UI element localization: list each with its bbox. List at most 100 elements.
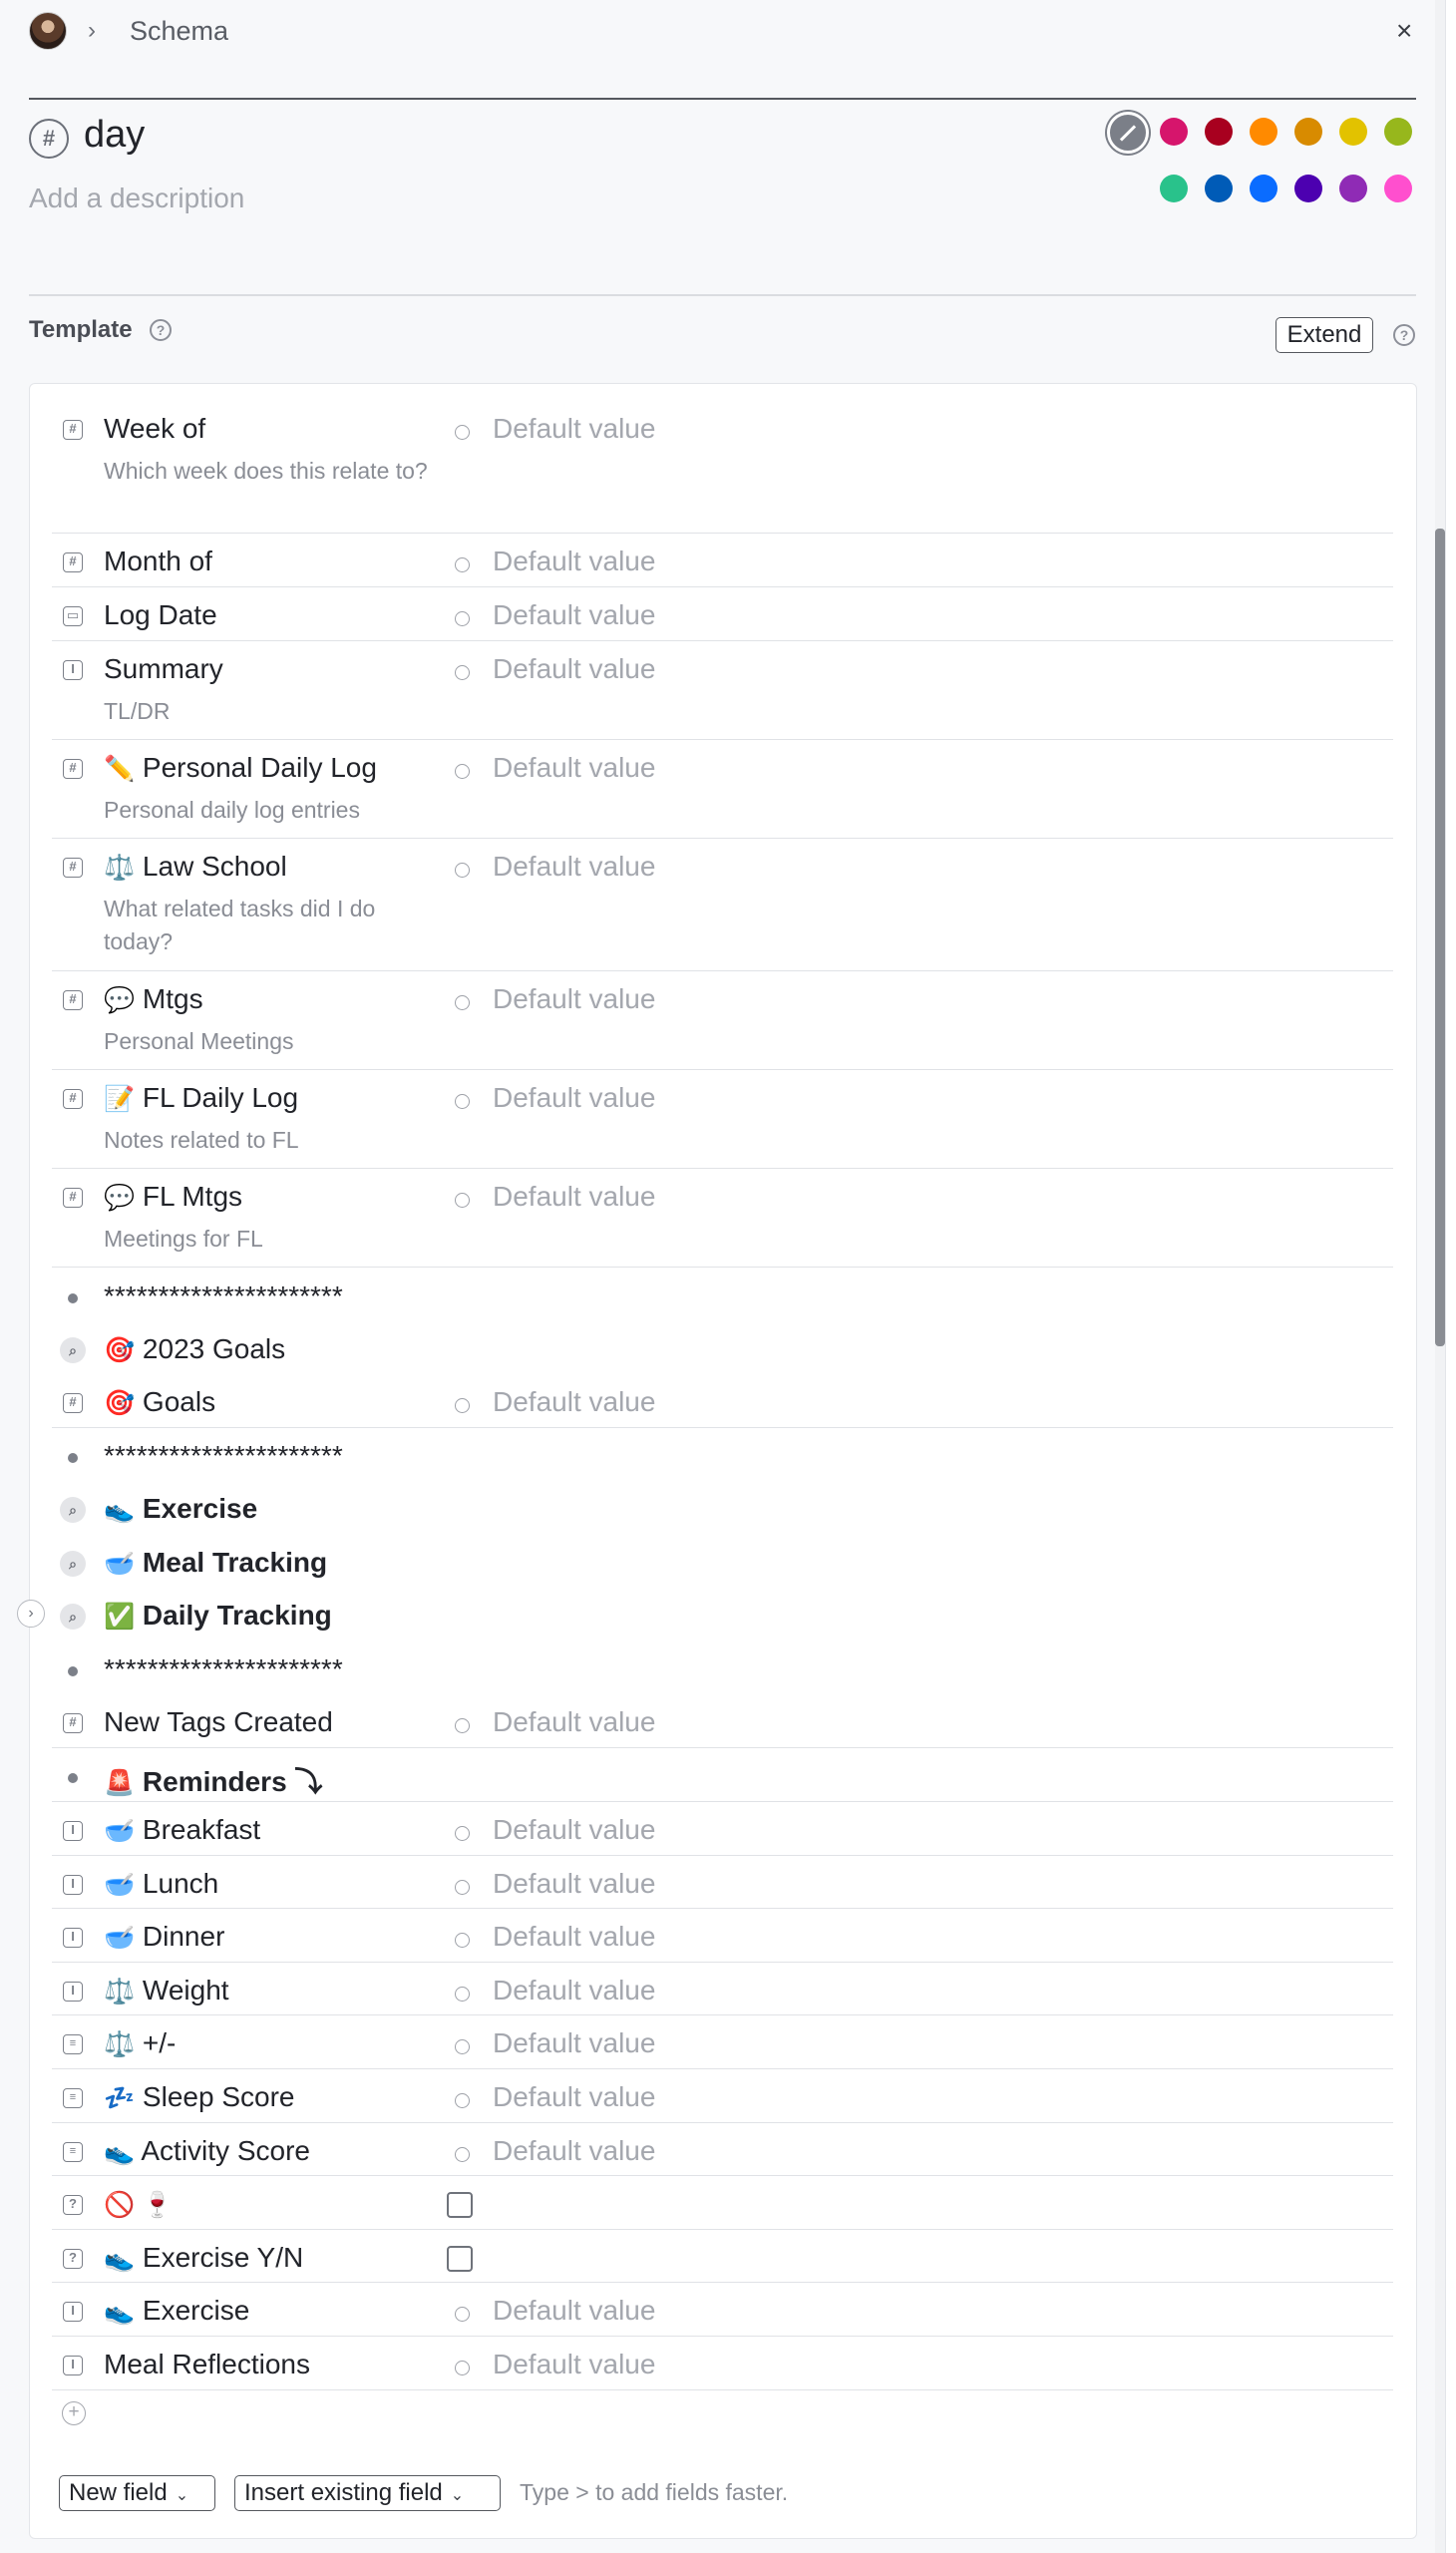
field-row[interactable]: ? 🚫 🍷 [52, 2176, 1393, 2230]
field-name[interactable]: 🎯 Goals [104, 1386, 215, 1418]
field-description[interactable]: TL/DR [104, 695, 443, 728]
new-field-dropdown[interactable]: New field ⌄ [59, 2475, 215, 2511]
field-name[interactable]: Month of [104, 546, 212, 577]
field-name[interactable]: ⚖️ Weight [104, 1975, 229, 2006]
breadcrumb[interactable]: Schema [130, 16, 228, 47]
default-value-input[interactable]: Default value [493, 2027, 655, 2059]
field-row[interactable]: ********************** [52, 1641, 1393, 1694]
expand-chevron-icon[interactable]: › [17, 1600, 45, 1628]
field-row[interactable]: # ⚖️ Law School What related tasks did I d… [52, 839, 1393, 971]
default-value-input[interactable]: Default value [493, 983, 655, 1015]
color-swatch[interactable] [1384, 118, 1412, 146]
field-name[interactable]: 🚫 🍷 [104, 2188, 173, 2220]
default-value-input[interactable]: Default value [493, 2349, 655, 2380]
default-value-input[interactable]: Default value [493, 752, 655, 784]
extend-button[interactable]: Extend [1275, 317, 1373, 353]
field-row[interactable]: ⌕ 👟 Exercise [52, 1481, 1393, 1535]
field-row[interactable]: # Month of Default value [52, 534, 1393, 587]
color-swatch[interactable] [1294, 175, 1322, 202]
color-swatch[interactable] [1160, 118, 1188, 146]
field-name[interactable]: Log Date [104, 599, 217, 631]
field-description[interactable]: Notes related to FL [104, 1124, 443, 1157]
default-value-input[interactable]: Default value [493, 1706, 655, 1738]
default-value-input[interactable]: Default value [493, 1386, 655, 1418]
field-row[interactable]: I 🥣 Dinner Default value [52, 1909, 1393, 1963]
field-name[interactable]: 🎯 2023 Goals [104, 1333, 285, 1365]
field-name[interactable]: ********************** [104, 1440, 343, 1472]
insert-existing-field-dropdown[interactable]: Insert existing field ⌄ [234, 2475, 501, 2511]
field-row[interactable]: ⌕ ✅ Daily Tracking [52, 1588, 1393, 1641]
extend-help-icon[interactable]: ? [1393, 324, 1415, 346]
default-value-input[interactable]: Default value [493, 2135, 655, 2167]
field-row[interactable]: ⌕ 🎯 2023 Goals [52, 1321, 1393, 1374]
default-value-input[interactable]: Default value [493, 1975, 655, 2006]
add-field-plus-icon[interactable]: + [62, 2401, 86, 2425]
field-row[interactable]: I Summary TL/DR Default value [52, 641, 1393, 740]
default-checkbox[interactable] [447, 2246, 473, 2272]
field-row[interactable]: # ✏️ Personal Daily Log Personal daily log… [52, 740, 1393, 839]
field-name[interactable]: ✅ Daily Tracking [104, 1600, 332, 1632]
avatar[interactable] [29, 12, 67, 50]
color-swatch[interactable] [1250, 118, 1277, 146]
field-description[interactable]: What related tasks did I do today? [104, 893, 443, 958]
field-row[interactable]: ▭ Log Date Default value [52, 587, 1393, 641]
field-name[interactable]: 💬 Mtgs [104, 983, 203, 1015]
field-description[interactable]: Personal Meetings [104, 1025, 443, 1058]
field-row[interactable]: # New Tags Created Default value [52, 1694, 1393, 1748]
default-value-input[interactable]: Default value [493, 851, 655, 883]
field-name[interactable]: ********************** [104, 1280, 343, 1312]
field-name[interactable]: 🥣 Dinner [104, 1921, 224, 1953]
field-row[interactable]: # 💬 Mtgs Personal Meetings Default value [52, 971, 1393, 1070]
scrollbar-thumb[interactable] [1435, 529, 1445, 1346]
field-name[interactable]: 🥣 Breakfast [104, 1814, 260, 1846]
page-title[interactable]: day [84, 114, 145, 157]
field-name[interactable]: 📝 FL Daily Log [104, 1082, 298, 1114]
field-name[interactable]: Summary [104, 653, 223, 685]
no-color-swatch-icon[interactable] [1107, 112, 1149, 154]
color-swatch[interactable] [1294, 118, 1322, 146]
field-row[interactable]: ********************** [52, 1428, 1393, 1481]
field-name[interactable]: 🥣 Meal Tracking [104, 1547, 327, 1579]
default-value-input[interactable]: Default value [493, 2081, 655, 2113]
field-description[interactable]: Meetings for FL [104, 1223, 443, 1256]
field-row[interactable]: # Week of Which week does this relate to? D… [52, 401, 1393, 534]
default-checkbox[interactable] [447, 2192, 473, 2218]
field-description[interactable]: Personal daily log entries [104, 794, 443, 827]
field-row[interactable]: ********************** [52, 1269, 1393, 1321]
color-swatch[interactable] [1339, 118, 1367, 146]
color-swatch[interactable] [1205, 175, 1233, 202]
default-value-input[interactable]: Default value [493, 2295, 655, 2327]
field-name[interactable]: 🥣 Lunch [104, 1868, 218, 1900]
field-name[interactable]: 👟 Activity Score [104, 2135, 310, 2167]
default-value-input[interactable]: Default value [493, 1082, 655, 1114]
field-name[interactable]: ********************** [104, 1653, 343, 1685]
color-swatch[interactable] [1250, 175, 1277, 202]
description-input[interactable]: Add a description [29, 182, 244, 214]
field-name[interactable]: 💬 FL Mtgs [104, 1181, 242, 1213]
default-value-input[interactable]: Default value [493, 413, 655, 445]
color-swatch[interactable] [1384, 175, 1412, 202]
default-value-input[interactable]: Default value [493, 1868, 655, 1900]
field-name[interactable]: ⚖️ +/- [104, 2027, 176, 2059]
default-value-input[interactable]: Default value [493, 653, 655, 685]
close-button[interactable]: × [1396, 15, 1412, 47]
field-row[interactable]: ? 👟 Exercise Y/N [52, 2230, 1393, 2283]
field-row[interactable]: I 🥣 Breakfast Default value [52, 1802, 1393, 1856]
field-row[interactable]: 🚨 Reminders ⤵ [52, 1748, 1393, 1802]
field-row[interactable]: I 🥣 Lunch Default value [52, 1856, 1393, 1909]
field-description[interactable]: Which week does this relate to? [104, 455, 443, 488]
default-value-input[interactable]: Default value [493, 1181, 655, 1213]
field-row[interactable]: # 📝 FL Daily Log Notes related to FL Defaul… [52, 1070, 1393, 1169]
field-name[interactable]: 💤 Sleep Score [104, 2081, 294, 2113]
color-swatch[interactable] [1160, 175, 1188, 202]
field-row[interactable]: ≡ 💤 Sleep Score Default value [52, 2069, 1393, 2123]
field-name[interactable]: Meal Reflections [104, 2349, 310, 2380]
field-row[interactable]: I Meal Reflections Default value [52, 2337, 1393, 2390]
default-value-input[interactable]: Default value [493, 1921, 655, 1953]
color-swatch[interactable] [1205, 118, 1233, 146]
color-swatch[interactable] [1339, 175, 1367, 202]
field-name[interactable]: 👟 Exercise [104, 1493, 257, 1525]
field-name[interactable]: ⚖️ Law School [104, 851, 287, 883]
default-value-input[interactable]: Default value [493, 599, 655, 631]
field-name[interactable]: 👟 Exercise Y/N [104, 2242, 303, 2274]
